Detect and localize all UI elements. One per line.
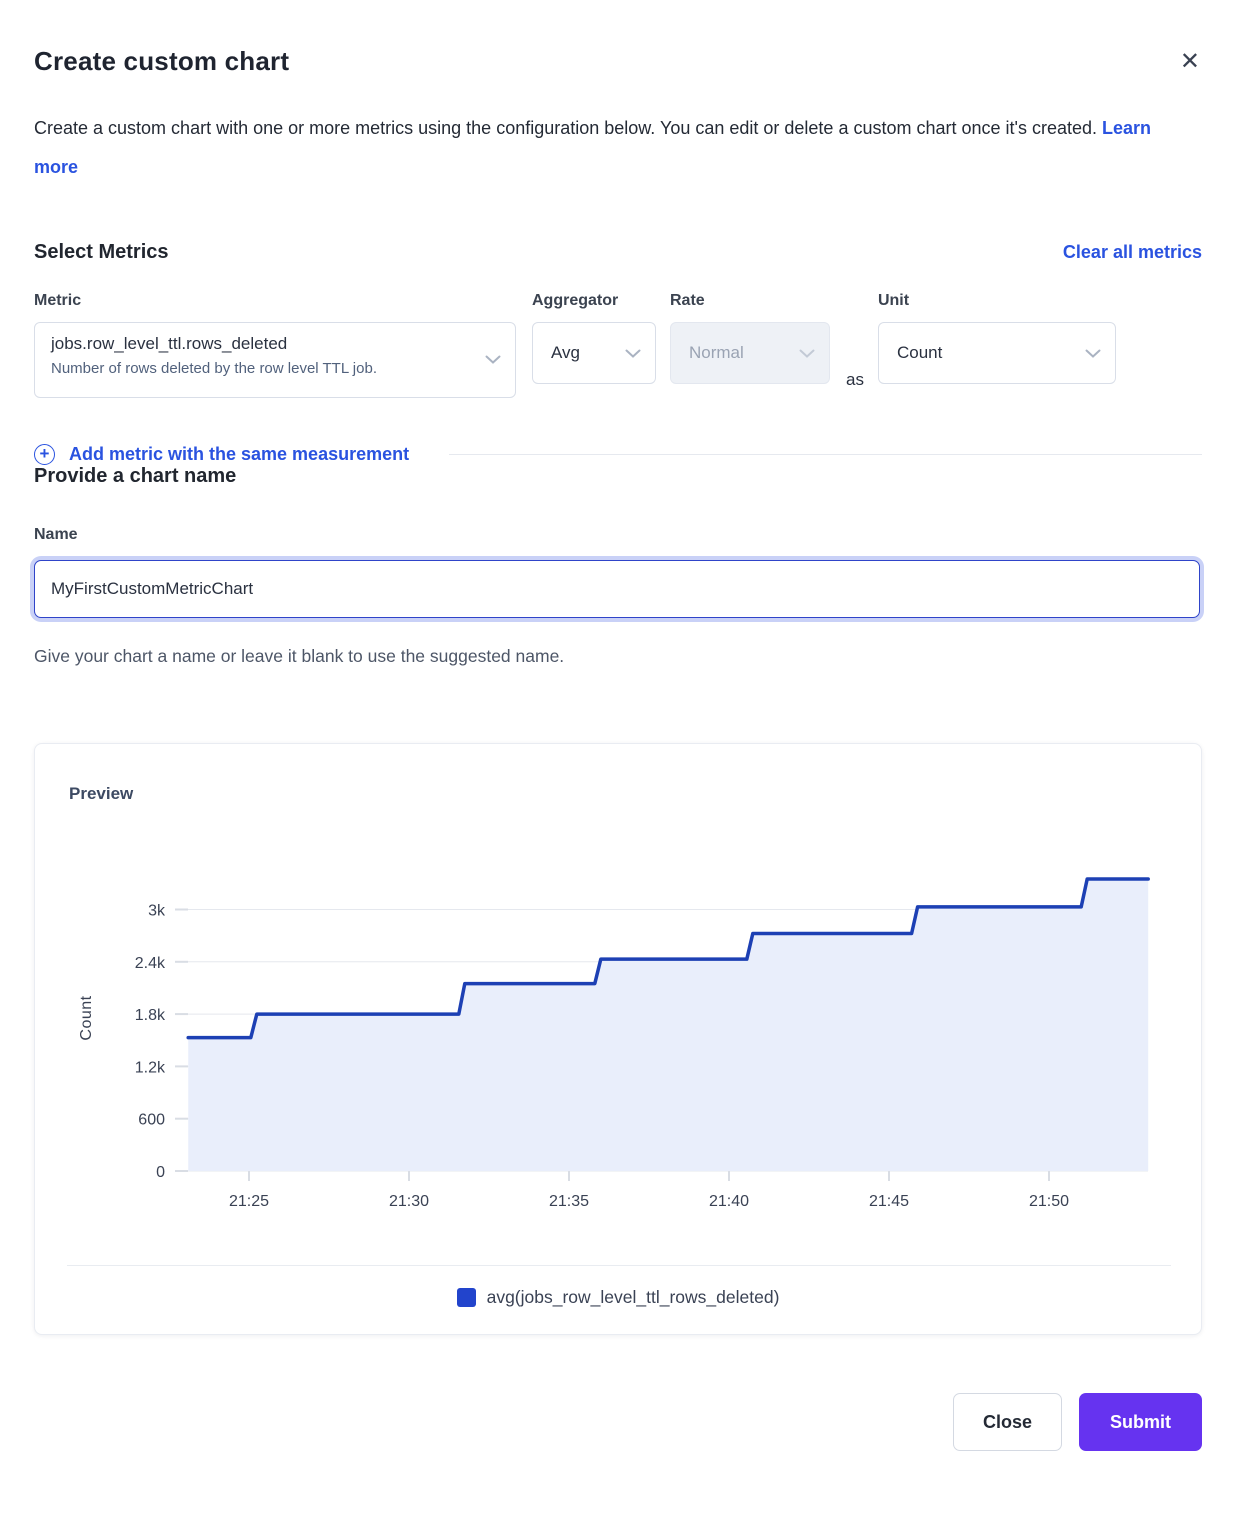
- metric-select[interactable]: jobs.row_level_ttl.rows_deleted Number o…: [34, 322, 516, 398]
- name-helper-text: Give your chart a name or leave it blank…: [34, 646, 1202, 667]
- unit-select-value: Count: [897, 343, 942, 363]
- name-input[interactable]: [34, 560, 1200, 618]
- preview-heading: Preview: [69, 784, 133, 804]
- modal-header: Create custom chart ✕: [34, 0, 1202, 77]
- as-text: as: [846, 370, 864, 390]
- metric-column: Metric jobs.row_level_ttl.rows_deleted N…: [34, 292, 516, 398]
- chevron-down-icon: [799, 343, 815, 363]
- svg-text:Count: Count: [78, 995, 95, 1040]
- svg-text:1.2k: 1.2k: [135, 1059, 166, 1076]
- select-metrics-header: Select Metrics Clear all metrics: [34, 241, 1202, 264]
- select-metrics-heading: Select Metrics: [34, 241, 169, 264]
- unit-column: Unit Count: [878, 292, 1116, 384]
- submit-button[interactable]: Submit: [1079, 1393, 1202, 1451]
- name-label: Name: [34, 526, 1202, 544]
- preview-card: 0 600 1.2k 1.8k 2.4k 3k 21:25 21:30 21:35 21:40 21…: [34, 743, 1202, 1335]
- legend-label: avg(jobs_row_level_ttl_rows_deleted): [487, 1287, 780, 1308]
- aggregator-select[interactable]: Avg: [532, 322, 656, 384]
- svg-text:21:30: 21:30: [389, 1193, 429, 1210]
- clear-all-metrics-link[interactable]: Clear all metrics: [1063, 242, 1202, 263]
- rate-select[interactable]: Normal: [670, 322, 830, 384]
- close-icon[interactable]: ✕: [1178, 48, 1202, 76]
- svg-text:600: 600: [138, 1112, 165, 1129]
- legend-swatch-icon: [457, 1288, 476, 1307]
- add-metric-label: Add metric with the same measurement: [69, 444, 409, 465]
- chart-legend: avg(jobs_row_level_ttl_rows_deleted): [35, 1287, 1201, 1308]
- svg-text:21:35: 21:35: [549, 1193, 589, 1210]
- legend-divider: [67, 1265, 1171, 1266]
- rate-column: Rate Normal: [670, 292, 830, 384]
- page-title: Create custom chart: [34, 46, 289, 77]
- preview-chart: 0 600 1.2k 1.8k 2.4k 3k 21:25 21:30 21:35 21:40 21…: [35, 744, 1203, 1224]
- svg-text:1.8k: 1.8k: [135, 1007, 166, 1024]
- add-metric-row: + Add metric with the same measurement: [34, 444, 1202, 465]
- rate-select-value: Normal: [689, 343, 744, 363]
- chart-name-heading: Provide a chart name: [34, 465, 1202, 488]
- chevron-down-icon: [625, 343, 641, 363]
- svg-text:21:45: 21:45: [869, 1193, 909, 1210]
- svg-text:21:40: 21:40: [709, 1193, 749, 1210]
- metric-select-value: jobs.row_level_ttl.rows_deleted: [51, 334, 475, 354]
- unit-label: Unit: [878, 292, 1116, 310]
- aggregator-select-value: Avg: [551, 343, 580, 363]
- svg-text:0: 0: [156, 1164, 165, 1181]
- metric-select-description: Number of rows deleted by the row level …: [51, 360, 475, 377]
- metric-controls-row: Metric jobs.row_level_ttl.rows_deleted N…: [34, 292, 1202, 398]
- add-metric-button[interactable]: + Add metric with the same measurement: [34, 444, 409, 465]
- divider: [449, 454, 1202, 455]
- create-custom-chart-modal: Create custom chart ✕ Create a custom ch…: [0, 0, 1236, 1487]
- svg-text:21:25: 21:25: [229, 1193, 269, 1210]
- description-text: Create a custom chart with one or more m…: [34, 118, 1097, 138]
- svg-text:21:50: 21:50: [1029, 1193, 1069, 1210]
- modal-description: Create a custom chart with one or more m…: [34, 109, 1194, 187]
- svg-text:3k: 3k: [148, 902, 166, 919]
- plus-circle-icon: +: [34, 444, 55, 465]
- modal-footer: Close Submit: [34, 1393, 1202, 1487]
- close-button[interactable]: Close: [953, 1393, 1062, 1451]
- chevron-down-icon: [485, 351, 501, 369]
- metric-label: Metric: [34, 292, 516, 310]
- svg-text:2.4k: 2.4k: [135, 955, 166, 972]
- aggregator-label: Aggregator: [532, 292, 656, 310]
- rate-label: Rate: [670, 292, 830, 310]
- unit-select[interactable]: Count: [878, 322, 1116, 384]
- aggregator-column: Aggregator Avg: [532, 292, 656, 384]
- chevron-down-icon: [1085, 343, 1101, 363]
